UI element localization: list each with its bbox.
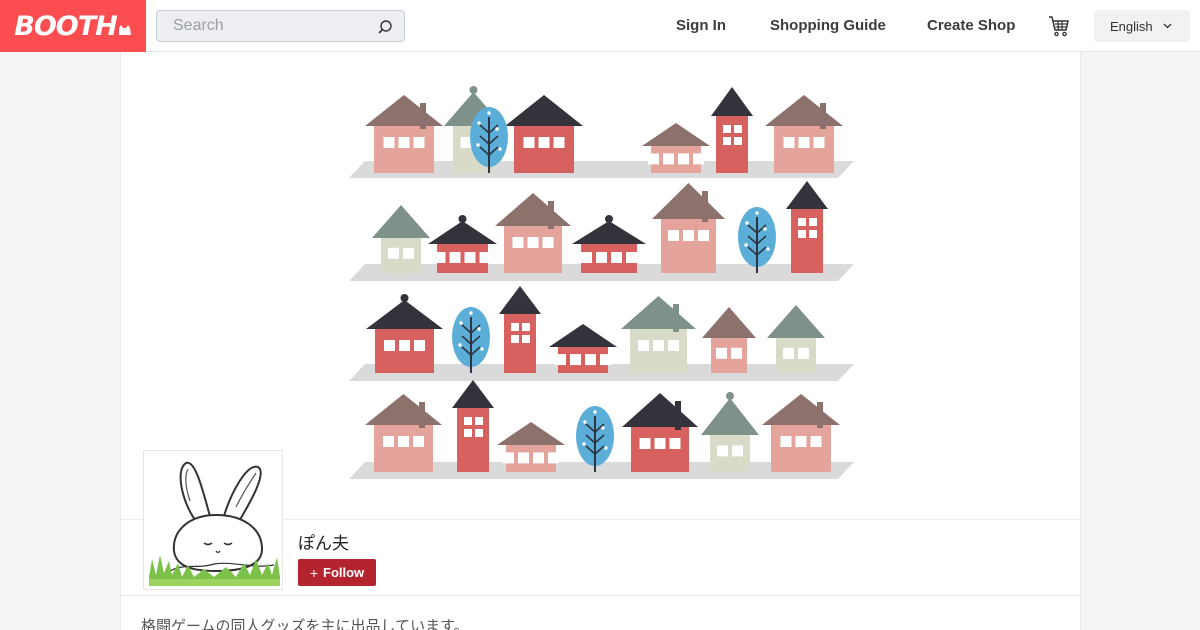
house — [372, 205, 430, 273]
rabbit-avatar-image — [144, 451, 282, 589]
house — [495, 193, 571, 273]
tree — [738, 207, 776, 273]
chevron-down-icon — [1163, 23, 1172, 29]
tower — [711, 87, 753, 173]
language-label: English — [1110, 18, 1153, 34]
follow-button[interactable]: + Follow — [298, 559, 376, 586]
language-selector[interactable]: English — [1094, 10, 1190, 42]
site-header: BOOTH Sign In Shopping Guide Create Shop… — [0, 0, 1200, 52]
house — [365, 394, 442, 472]
house — [428, 215, 497, 273]
tree — [452, 307, 490, 373]
shop-main: ぽん夫 + Follow 格闘ゲームの同人グッズを主に出品しています。 — [120, 52, 1081, 630]
sign-in-link[interactable]: Sign In — [676, 17, 726, 34]
create-shop-link[interactable]: Create Shop — [927, 17, 1015, 34]
follow-label: Follow — [323, 565, 365, 580]
plus-icon: + — [309, 564, 318, 581]
house — [505, 95, 583, 173]
logo-text: BOOTH — [14, 10, 117, 42]
house — [365, 95, 443, 173]
search-icon[interactable] — [377, 19, 393, 35]
tower — [452, 380, 494, 472]
tower — [786, 181, 828, 273]
shop-description: 格闘ゲームの同人グッズを主に出品しています。 — [141, 617, 469, 630]
shop-cover-image — [121, 52, 1080, 519]
logo-mascot-icon — [118, 24, 131, 35]
search-input[interactable] — [157, 11, 372, 41]
search-box — [156, 10, 405, 42]
house — [621, 296, 696, 373]
shop-name[interactable]: ぽん夫 — [298, 529, 349, 554]
house — [549, 324, 617, 373]
houses-illustration — [349, 86, 854, 479]
cart-icon[interactable] — [1047, 14, 1071, 38]
shopping-guide-link[interactable]: Shopping Guide — [770, 17, 886, 34]
house — [622, 393, 698, 472]
house — [652, 183, 725, 273]
house — [366, 294, 443, 373]
house — [767, 305, 825, 373]
house — [762, 394, 840, 472]
booth-logo[interactable]: BOOTH — [0, 0, 146, 52]
house — [765, 95, 843, 173]
house — [642, 123, 710, 173]
tower — [499, 286, 541, 373]
house — [702, 307, 756, 373]
house — [572, 215, 646, 273]
avatar[interactable] — [143, 450, 283, 590]
house — [701, 392, 759, 472]
house — [497, 422, 565, 472]
divider — [121, 595, 1080, 596]
